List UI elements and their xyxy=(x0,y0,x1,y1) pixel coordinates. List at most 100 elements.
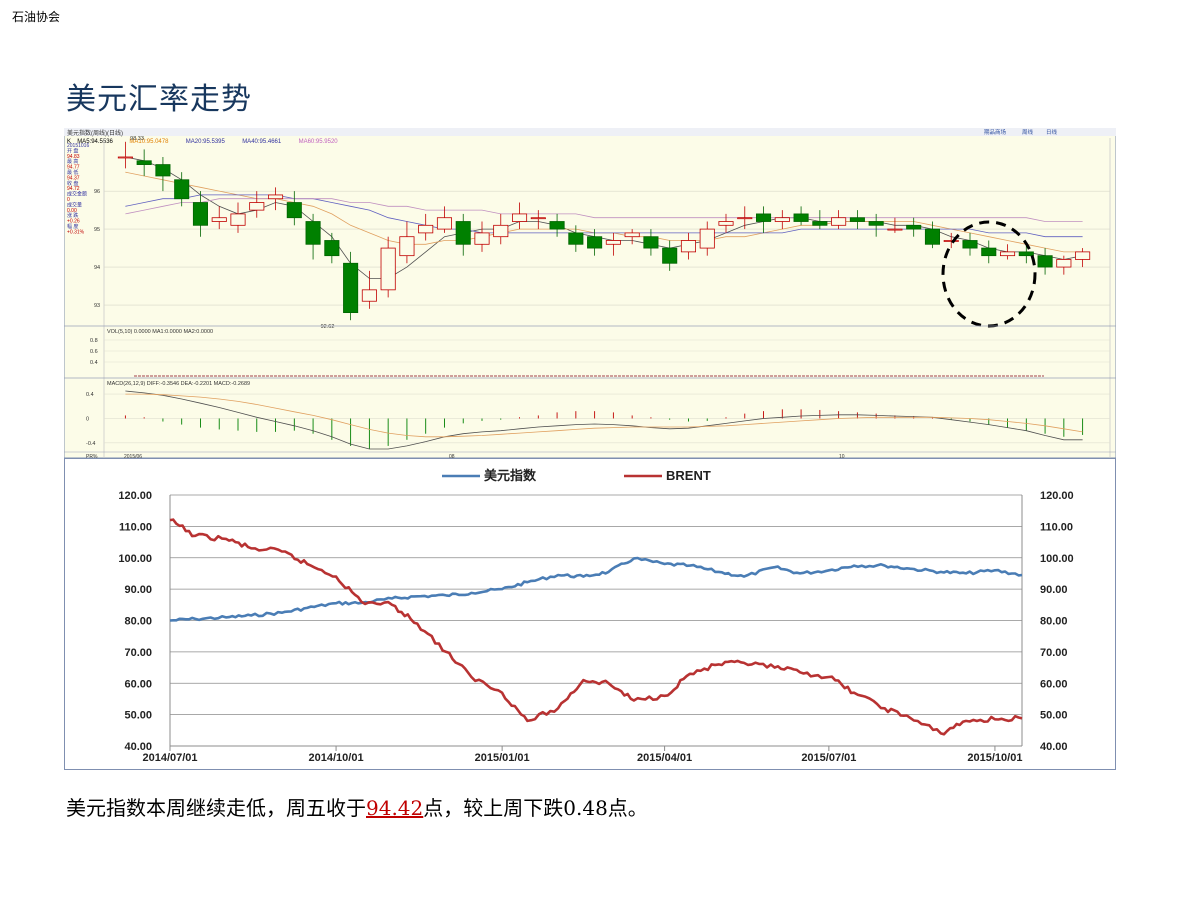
line-chart-border xyxy=(64,458,1116,770)
x-tick-label: 2015/01/01 xyxy=(475,752,530,764)
sidebar-item: +0.31% xyxy=(67,229,85,235)
summary-text: 美元指数本周继续走低，周五收于94.42点，较上周下跌0.48点。 xyxy=(66,792,648,821)
y-tick-label-left: 50.00 xyxy=(124,710,152,722)
summary-prefix: 美元指数本周继续走低，周五收于 xyxy=(66,796,366,820)
candle-body xyxy=(981,247,997,257)
y-tick-label-left: 110.00 xyxy=(119,521,152,533)
candle-body xyxy=(418,224,434,234)
candle-body xyxy=(305,221,321,245)
candle-body xyxy=(737,217,753,220)
y-tick-label-right: 60.00 xyxy=(1040,678,1068,690)
candle-body xyxy=(605,240,621,245)
toolbar-button-label: 期品商场 xyxy=(984,128,1007,136)
candle-body xyxy=(831,217,847,226)
candle-body xyxy=(455,221,471,245)
candle-body xyxy=(756,213,772,222)
candle-body xyxy=(399,236,415,257)
ma-label: MA20:95.5395 xyxy=(186,139,226,145)
volume-axis-label: 0.4 xyxy=(90,360,98,366)
volume-header: VOL(5,10) 0.0000 MA1:0.0000 MA2:0.0000 xyxy=(107,329,213,335)
candle-body xyxy=(493,224,509,238)
y-tick-label-right: 110.00 xyxy=(1040,521,1073,533)
candle-body xyxy=(155,164,171,177)
summary-suffix: 点，较上周下跌0.48点。 xyxy=(423,796,648,820)
volume-axis-label: 0.6 xyxy=(90,349,98,355)
candle-body xyxy=(662,247,678,264)
volume-axis-label: 0.8 xyxy=(90,338,98,344)
macd-axis-label: 0.4 xyxy=(86,392,94,398)
candle-body xyxy=(192,202,208,226)
candle-body xyxy=(812,221,828,226)
candle-body xyxy=(549,221,565,230)
candle-body xyxy=(924,228,940,245)
y-tick-label-right: 40.00 xyxy=(1040,741,1068,753)
y-tick-label-left: 80.00 xyxy=(124,616,152,628)
x-tick-label: 2015/07/01 xyxy=(801,752,856,764)
y-tick-label-right: 90.00 xyxy=(1040,584,1068,596)
candle-body xyxy=(793,213,809,222)
candle-body xyxy=(1075,251,1091,260)
candle-body xyxy=(643,236,659,249)
y-tick-label-left: 120.00 xyxy=(118,490,152,502)
usd-brent-line-chart: 40.00 40.0050.00 50.0060.00 60.0070.00 70.00… xyxy=(64,458,1116,770)
candle-body xyxy=(943,240,959,242)
candle-body xyxy=(587,236,603,249)
candle-body xyxy=(117,156,133,159)
candle-body xyxy=(774,217,790,222)
high-price-label: 98.33 xyxy=(130,136,144,142)
y-tick-label-right: 100.00 xyxy=(1040,553,1074,565)
line-chart-panel: 40.00 40.00 50.00 50.00 60.00 60.00 70.00 70.00… xyxy=(64,458,1116,770)
candle-body xyxy=(699,228,715,249)
candle-body xyxy=(268,194,284,200)
x-tick-label: 2015/04/01 xyxy=(637,752,692,764)
candle-body xyxy=(1056,259,1072,268)
y-tick-label-left: 60.00 xyxy=(124,678,152,690)
ma-label: MA40:95.4661 xyxy=(242,139,282,145)
macd-header: MACD(26,12,9) DIFF:-0.3546 DEA:-0.2201 M… xyxy=(107,381,250,387)
candlestick-panel: 美元指数(周线)(日线) K MA5:94.5536 MA10:95.0478 MA20… xyxy=(64,128,1116,458)
legend-label: BRENT xyxy=(666,468,711,483)
candle-body xyxy=(249,202,265,211)
legend-label: 美元指数 xyxy=(484,468,537,483)
candle-body xyxy=(380,247,396,291)
y-tick-label-left: 70.00 xyxy=(124,647,152,659)
slide-title: 美元汇率走势 xyxy=(66,82,252,117)
candle-body xyxy=(512,213,528,222)
low-price-label: 92.62 xyxy=(321,324,335,330)
candle-body xyxy=(343,262,359,314)
kline-header-text: 美元指数(周线)(日线) xyxy=(67,129,123,137)
price-axis-label: 95 xyxy=(94,227,100,233)
summary-value: 94.42 xyxy=(366,796,424,820)
candle-body xyxy=(624,232,640,238)
candle-body xyxy=(718,221,734,226)
toolbar-button-label: 周线 xyxy=(1022,128,1034,136)
candle-body xyxy=(530,217,546,220)
price-axis-label: 93 xyxy=(94,303,100,309)
candle-body xyxy=(136,160,152,165)
macd-axis-label: -0.4 xyxy=(86,441,95,447)
candle-body xyxy=(324,240,340,257)
x-tick-label: 2014/10/01 xyxy=(309,752,364,764)
ma-label: MA60:95.9520 xyxy=(299,139,339,145)
candle-body xyxy=(1000,251,1016,257)
sidebar-item: 成交金额 xyxy=(67,191,87,198)
candlestick-chart: 美元指数(周线)(日线)K MA5:94.5536 MA10:95.0478 MA20… xyxy=(64,128,1116,458)
organization-label: 石油协会 xyxy=(12,10,61,24)
candle-body xyxy=(887,228,903,231)
candle-body xyxy=(174,179,190,200)
toolbar-button-label: 日线 xyxy=(1046,128,1058,136)
candle-body xyxy=(361,289,377,302)
candle-body xyxy=(1018,251,1034,257)
candle-body xyxy=(474,232,490,245)
y-tick-label-right: 70.00 xyxy=(1040,647,1068,659)
candle-body xyxy=(906,224,922,230)
candle-body xyxy=(436,217,452,230)
candle-body xyxy=(211,217,227,222)
x-tick-label: 2014/07/01 xyxy=(142,752,197,764)
candle-body xyxy=(680,240,696,253)
kline-header-bar xyxy=(64,128,1116,136)
candle-body xyxy=(868,221,884,226)
candle-body xyxy=(286,202,302,219)
x-tick-label: 2015/10/01 xyxy=(967,752,1022,764)
y-tick-label-left: 90.00 xyxy=(124,584,152,596)
